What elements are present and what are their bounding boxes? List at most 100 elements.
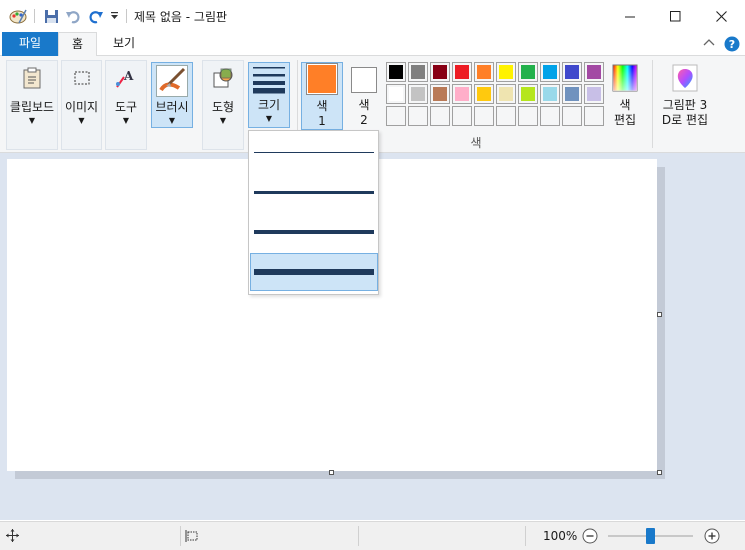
palette-swatch[interactable] <box>408 84 428 104</box>
dropdown-arrow-icon: ▼ <box>265 114 273 123</box>
palette-swatch[interactable] <box>474 84 494 104</box>
palette-swatch[interactable] <box>386 62 406 82</box>
swatch-fill <box>499 65 513 79</box>
line-size-option[interactable] <box>250 253 378 291</box>
redo-icon[interactable] <box>86 7 104 25</box>
select-icon <box>66 62 98 94</box>
dropdown-arrow-icon: ▼ <box>219 116 227 125</box>
resize-handle-corner[interactable] <box>657 470 662 475</box>
paint3d-label-line2: D로 편집 <box>661 113 709 127</box>
line-size-option[interactable] <box>250 173 378 211</box>
swatch-fill <box>411 65 425 79</box>
separator <box>180 526 181 546</box>
shapes-button[interactable]: 도형 ▼ <box>202 62 244 132</box>
line-size-option[interactable] <box>250 213 378 251</box>
swatch-fill <box>499 87 513 101</box>
paint3d-icon <box>669 62 701 94</box>
palette-swatch[interactable] <box>518 62 538 82</box>
palette-swatch[interactable] <box>540 62 560 82</box>
swatch-fill <box>587 87 601 101</box>
custom-color-slot[interactable] <box>540 106 560 126</box>
palette-swatch[interactable] <box>562 62 582 82</box>
tab-view[interactable]: 보기 <box>100 32 148 56</box>
palette-swatch[interactable] <box>584 84 604 104</box>
ribbon-tab-bar: 파일 홈 보기 ? <box>0 32 745 57</box>
custom-color-slot[interactable] <box>452 106 472 126</box>
title-bar: 제목 없음 - 그림판 <box>0 0 745 32</box>
close-button[interactable] <box>698 0 744 32</box>
brush-icon <box>156 65 188 97</box>
custom-color-slot[interactable] <box>518 106 538 126</box>
resize-handle-bottom[interactable] <box>329 470 334 475</box>
palette-swatch[interactable] <box>540 84 560 104</box>
custom-color-slot[interactable] <box>562 106 582 126</box>
zoom-out-button[interactable] <box>582 528 598 547</box>
palette-swatch[interactable] <box>408 62 428 82</box>
minimize-button[interactable] <box>607 0 653 32</box>
line-size-preview <box>254 190 374 194</box>
save-icon[interactable] <box>42 7 60 25</box>
tools-button[interactable]: A 도구 ▼ <box>105 62 147 132</box>
custom-color-slot[interactable] <box>584 106 604 126</box>
customize-quick-access-icon[interactable] <box>107 7 121 25</box>
dropdown-arrow-icon: ▼ <box>78 116 85 125</box>
custom-color-slot[interactable] <box>430 106 450 126</box>
palette-swatch[interactable] <box>430 84 450 104</box>
resize-handle-right[interactable] <box>657 312 662 317</box>
tab-file[interactable]: 파일 <box>2 32 58 56</box>
separator <box>34 9 35 23</box>
zoom-in-button[interactable] <box>704 528 720 547</box>
clipboard-icon <box>16 62 48 94</box>
edit-colors-button[interactable]: 색 편집 <box>606 62 644 132</box>
zoom-level: 100% <box>543 529 578 543</box>
color2-button[interactable]: 색 2 <box>346 62 382 130</box>
edit-colors-label-line2: 편집 <box>613 113 637 127</box>
shapes-icon <box>207 62 239 94</box>
swatch-fill <box>389 65 403 79</box>
palette-swatch[interactable] <box>496 84 516 104</box>
palette-swatch[interactable] <box>452 62 472 82</box>
size-button[interactable]: 크기 ▼ <box>248 62 290 128</box>
clipboard-button[interactable]: 클립보드 ▼ <box>6 62 58 132</box>
palette-swatch[interactable] <box>584 62 604 82</box>
palette-swatch[interactable] <box>496 62 516 82</box>
dropdown-arrow-icon: ▼ <box>28 116 36 125</box>
swatch-fill <box>411 87 425 101</box>
palette-swatch[interactable] <box>430 62 450 82</box>
line-size-icon <box>252 63 286 95</box>
collapse-ribbon-icon[interactable] <box>703 37 715 52</box>
help-icon[interactable]: ? <box>724 36 740 55</box>
color1-label-line2: 1 <box>318 114 326 128</box>
color1-button[interactable]: 색 1 <box>301 62 343 130</box>
color2-label-line2: 2 <box>360 113 368 127</box>
tab-home[interactable]: 홈 <box>58 32 97 57</box>
custom-color-slot[interactable] <box>386 106 406 126</box>
image-button[interactable]: 이미지 ▼ <box>61 62 102 132</box>
custom-color-slot[interactable] <box>496 106 516 126</box>
palette-swatch[interactable] <box>474 62 494 82</box>
swatch-fill <box>587 65 601 79</box>
separator <box>126 9 127 23</box>
swatch-fill <box>389 87 403 101</box>
palette-swatch[interactable] <box>452 84 472 104</box>
custom-color-slot[interactable] <box>474 106 494 126</box>
selection-size-icon <box>185 530 199 545</box>
zoom-slider-thumb[interactable] <box>646 528 655 544</box>
maximize-button[interactable] <box>652 0 698 32</box>
line-size-option[interactable] <box>250 133 378 171</box>
brushes-button[interactable]: 브러시 ▼ <box>151 62 193 128</box>
palette-swatch[interactable] <box>386 84 406 104</box>
palette-swatch[interactable] <box>562 84 582 104</box>
paint3d-label-line1: 그림판 3 <box>662 98 708 112</box>
undo-icon[interactable] <box>64 7 82 25</box>
edit-with-paint3d-button[interactable]: 그림판 3 D로 편집 <box>656 62 714 132</box>
dropdown-arrow-icon: ▼ <box>122 116 130 125</box>
swatch-fill <box>565 65 579 79</box>
custom-color-slot[interactable] <box>408 106 428 126</box>
paint-app-icon[interactable] <box>8 7 28 25</box>
size-dropdown-menu <box>248 130 379 295</box>
line-size-preview <box>254 230 374 234</box>
line-size-preview <box>254 269 374 275</box>
palette-swatch[interactable] <box>518 84 538 104</box>
line-size-preview <box>254 151 374 153</box>
